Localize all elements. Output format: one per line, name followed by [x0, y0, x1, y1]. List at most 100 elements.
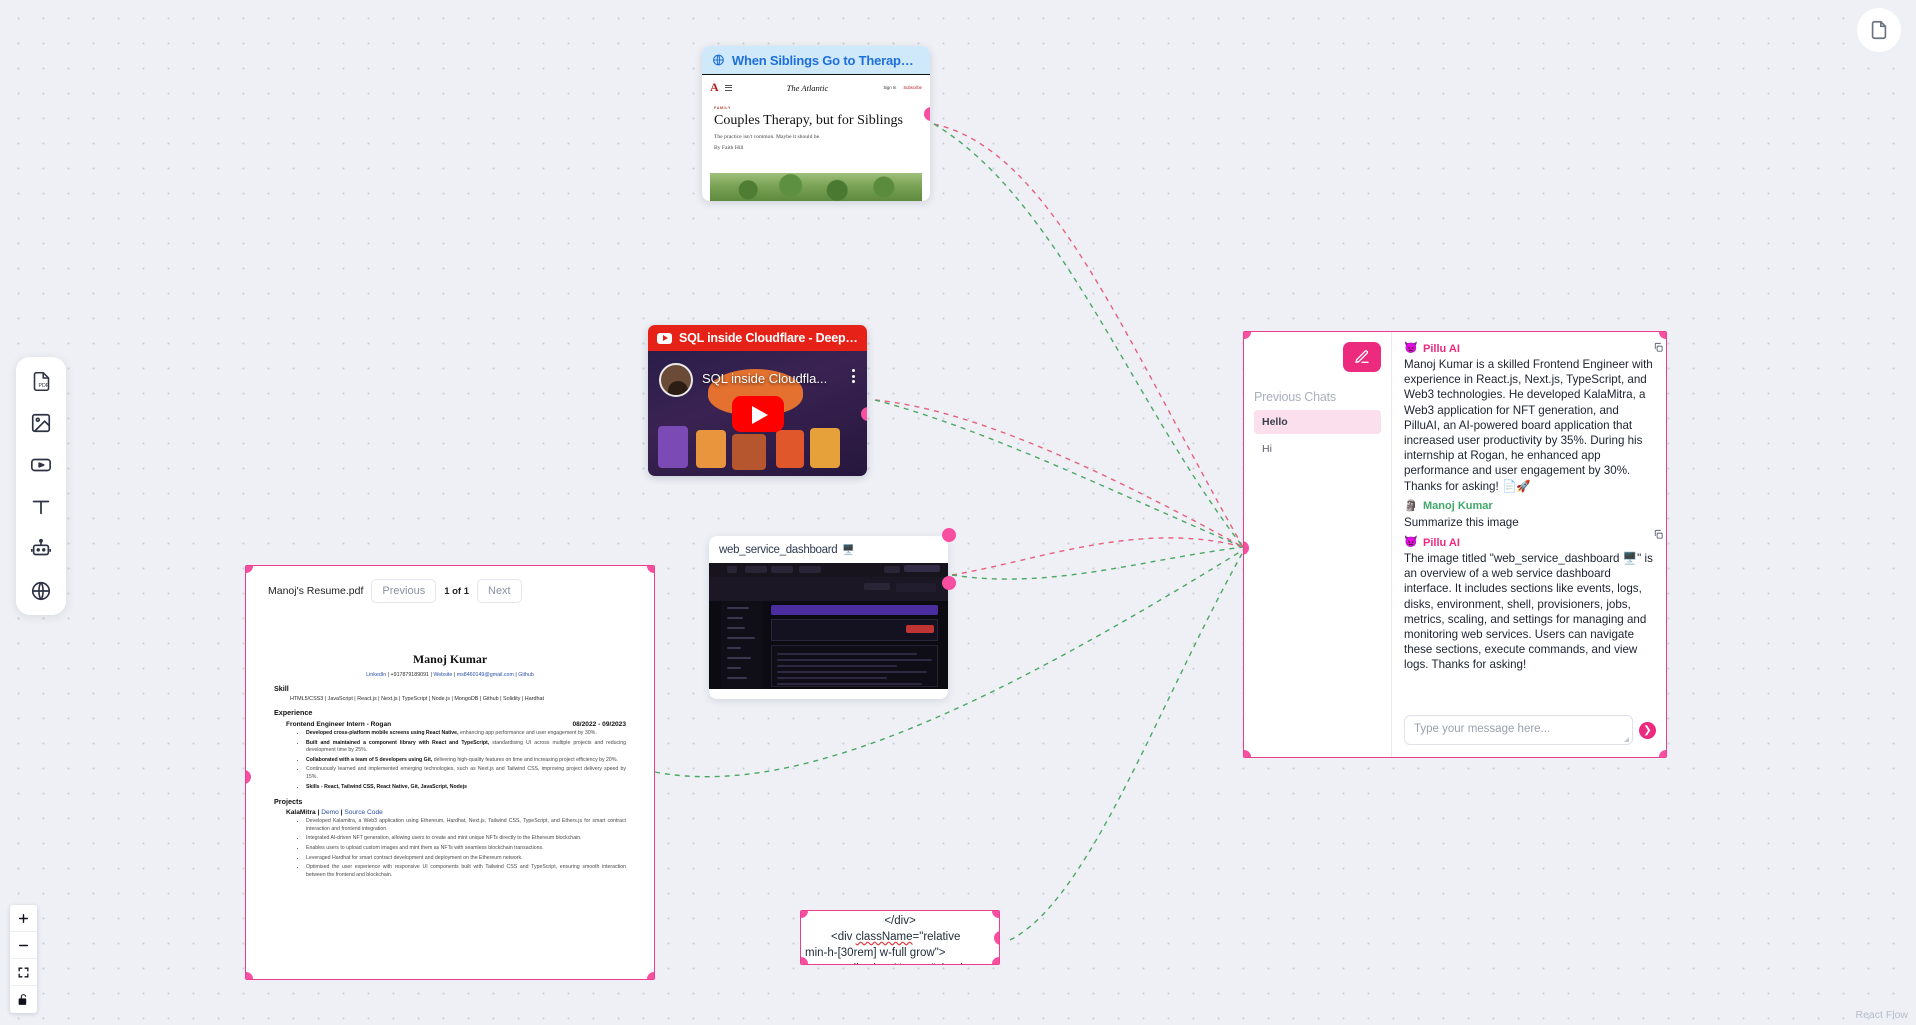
edge-code — [1009, 551, 1244, 941]
play-button[interactable] — [731, 395, 784, 432]
code-line-4: <div className="absolute — [805, 961, 995, 964]
resume-job-dates: 08/2022 - 09/2023 — [572, 721, 626, 728]
resume-project: KalaMitra | Demo | Source Code — [286, 809, 383, 817]
article-title: When Siblings Go to Therapy To... — [731, 52, 920, 68]
resume-links: LinkedIn | +917879189091 | Website | ms8… — [366, 672, 534, 678]
send-button[interactable]: ❯ — [1639, 721, 1656, 739]
edge-article-2 — [933, 123, 1244, 548]
message-text: The image titled "web_service_dashboard … — [1404, 552, 1653, 672]
thumbnail-block-1 — [658, 426, 688, 468]
pdf-page-content: Manoj Kumar LinkedIn | +917879189091 | W… — [246, 652, 654, 879]
chat-message: 🗿 Manoj Kumar Summarize this image — [1404, 500, 1654, 530]
node-handle-br[interactable] — [992, 957, 999, 964]
robot-icon[interactable] — [29, 537, 53, 561]
resume-skill-heading: Skill — [274, 684, 289, 693]
thumbnail-block-3 — [776, 430, 804, 468]
subscribe-link: Subscribe — [903, 85, 922, 90]
node-handle-bl[interactable] — [246, 972, 253, 979]
copy-icon[interactable] — [1653, 342, 1664, 353]
node-handle-top-right[interactable] — [942, 528, 956, 542]
resume-bullet: Leveraged Hardhat for smart contract dev… — [306, 855, 626, 863]
dashboard-image-node[interactable]: web_service_dashboard 🖥️ — [709, 528, 956, 699]
sender-name: Pillu AI — [1423, 342, 1460, 355]
youtube-thumbnail[interactable]: SQL inside Cloudfla... — [648, 351, 867, 476]
zoom-out-button[interactable] — [10, 932, 37, 959]
article-headline: Couples Therapy, but for Siblings — [714, 113, 903, 128]
resume-name: Manoj Kumar — [412, 652, 488, 666]
viewport-controls[interactable] — [10, 905, 37, 1013]
more-options-icon[interactable] — [852, 369, 855, 383]
resume-bullet: Enables users to upload custom images an… — [306, 845, 626, 853]
resume-bullet: Developed Kalamitra, a Web3 application … — [306, 818, 626, 833]
resume-phone: +917879189091 — [390, 672, 429, 678]
edge-youtube — [874, 399, 1244, 548]
resume-project-demo-link[interactable]: Demo — [321, 809, 339, 816]
react-flow-canvas[interactable]: When Siblings Go to Therapy To... A The … — [0, 0, 1916, 1025]
compose-icon — [1355, 350, 1369, 363]
react-flow-watermark: React Flow — [1855, 1009, 1908, 1021]
resume-project-source-link[interactable]: Source Code — [344, 809, 383, 816]
chat-node[interactable]: Previous Chats Hello Hi 👿 Pillu AI Manoj… — [1243, 331, 1667, 758]
message-sender: 👿 Pillu AI — [1404, 342, 1654, 355]
fit-view-button[interactable] — [10, 959, 37, 986]
video-icon[interactable] — [29, 453, 53, 477]
video-overlay-title: SQL inside Cloudfla... — [702, 371, 828, 386]
resume-bullet: Integrated AI-driven NFT generation, all… — [306, 835, 626, 843]
youtube-node-header: SQL inside Cloudflare - Deep dive i... — [648, 325, 867, 351]
resume-link-github[interactable]: Github — [518, 672, 534, 678]
youtube-node[interactable]: SQL inside Cloudflare - Deep dive i... S… — [648, 325, 867, 476]
text-icon[interactable] — [29, 495, 53, 519]
chat-list-item-hello[interactable]: Hello — [1254, 410, 1381, 434]
lock-button[interactable] — [10, 986, 37, 1013]
node-handle-br[interactable] — [1659, 750, 1666, 757]
image-icon[interactable] — [29, 411, 53, 435]
edge-dashboard — [951, 537, 1244, 576]
resume-link-email[interactable]: ms8460149@gmail.com — [457, 672, 514, 678]
pdf-toolbar: Manoj's Resume.pdf Previous 1 of 1 Next — [246, 566, 654, 616]
resume-bullet: Optimised the user experience with respo… — [306, 864, 626, 879]
thumbnail-block-5 — [732, 434, 766, 470]
dashboard-title-text: web_service_dashboard — [719, 544, 838, 556]
thumbnail-block-2 — [696, 430, 726, 468]
zoom-in-button[interactable] — [10, 905, 37, 932]
pdf-icon[interactable]: PDF — [29, 369, 53, 393]
article-node[interactable]: When Siblings Go to Therapy To... A The … — [702, 46, 930, 201]
resume-pdf-node[interactable]: Manoj's Resume.pdf Previous 1 of 1 Next … — [245, 565, 655, 980]
chat-list-item-hi[interactable]: Hi — [1254, 440, 1381, 458]
message-text: Manoj Kumar is a skilled Frontend Engine… — [1404, 358, 1653, 493]
atlantic-navbar: A The Atlantic Sign In Subscribe — [702, 74, 930, 99]
document-button[interactable] — [1857, 8, 1901, 52]
edge-dashboard-2 — [951, 546, 1244, 580]
resume-bullet: Built and maintained a component library… — [306, 740, 626, 755]
node-handle-right[interactable] — [942, 576, 956, 590]
article-node-header: When Siblings Go to Therapy To... — [702, 46, 930, 74]
ai-avatar-icon: 👿 — [1404, 342, 1418, 354]
globe-icon[interactable] — [29, 579, 53, 603]
sign-in-link: Sign In — [883, 85, 897, 90]
code-node[interactable]: </div> <div className="relative min-h-[30r… — [800, 910, 1000, 965]
pdf-next-button[interactable]: Next — [477, 579, 522, 603]
resume-link-linkedin[interactable]: LinkedIn — [366, 672, 386, 678]
edge-youtube-2 — [874, 399, 1244, 548]
chat-composer: Type your message here... ❯ — [1404, 715, 1656, 745]
chat-conversation: 👿 Pillu AI Manoj Kumar is a skilled Fron… — [1392, 332, 1666, 757]
pdf-file-name: Manoj's Resume.pdf — [268, 585, 364, 597]
new-chat-button[interactable] — [1343, 342, 1381, 372]
code-line-1: </div> — [884, 915, 916, 927]
atlantic-wordmark: The Atlantic — [786, 82, 829, 93]
code-line-3: min-h-[30rem] w-full grow"> — [805, 947, 946, 959]
resume-job-bullets: Developed cross-platform mobile screens … — [274, 730, 626, 791]
node-handle-br[interactable] — [647, 972, 654, 979]
pdf-previous-button[interactable]: Previous — [371, 579, 437, 603]
resume-experience-heading: Experience — [274, 708, 313, 717]
copy-icon[interactable] — [1653, 529, 1664, 540]
resume-bullet: Skills - React, Tailwind CSS, React Nati… — [306, 784, 626, 792]
monitor-emoji-icon: 🖥️ — [842, 544, 855, 556]
article-photo — [710, 173, 922, 201]
message-input[interactable]: Type your message here... — [1404, 715, 1633, 745]
node-toolbar[interactable]: PDF — [16, 357, 66, 615]
article-kicker: FAMILY — [714, 106, 732, 110]
thumbnail-block-4 — [810, 428, 840, 468]
sender-name: Pillu AI — [1423, 536, 1460, 549]
resume-link-website[interactable]: Website — [433, 672, 452, 678]
